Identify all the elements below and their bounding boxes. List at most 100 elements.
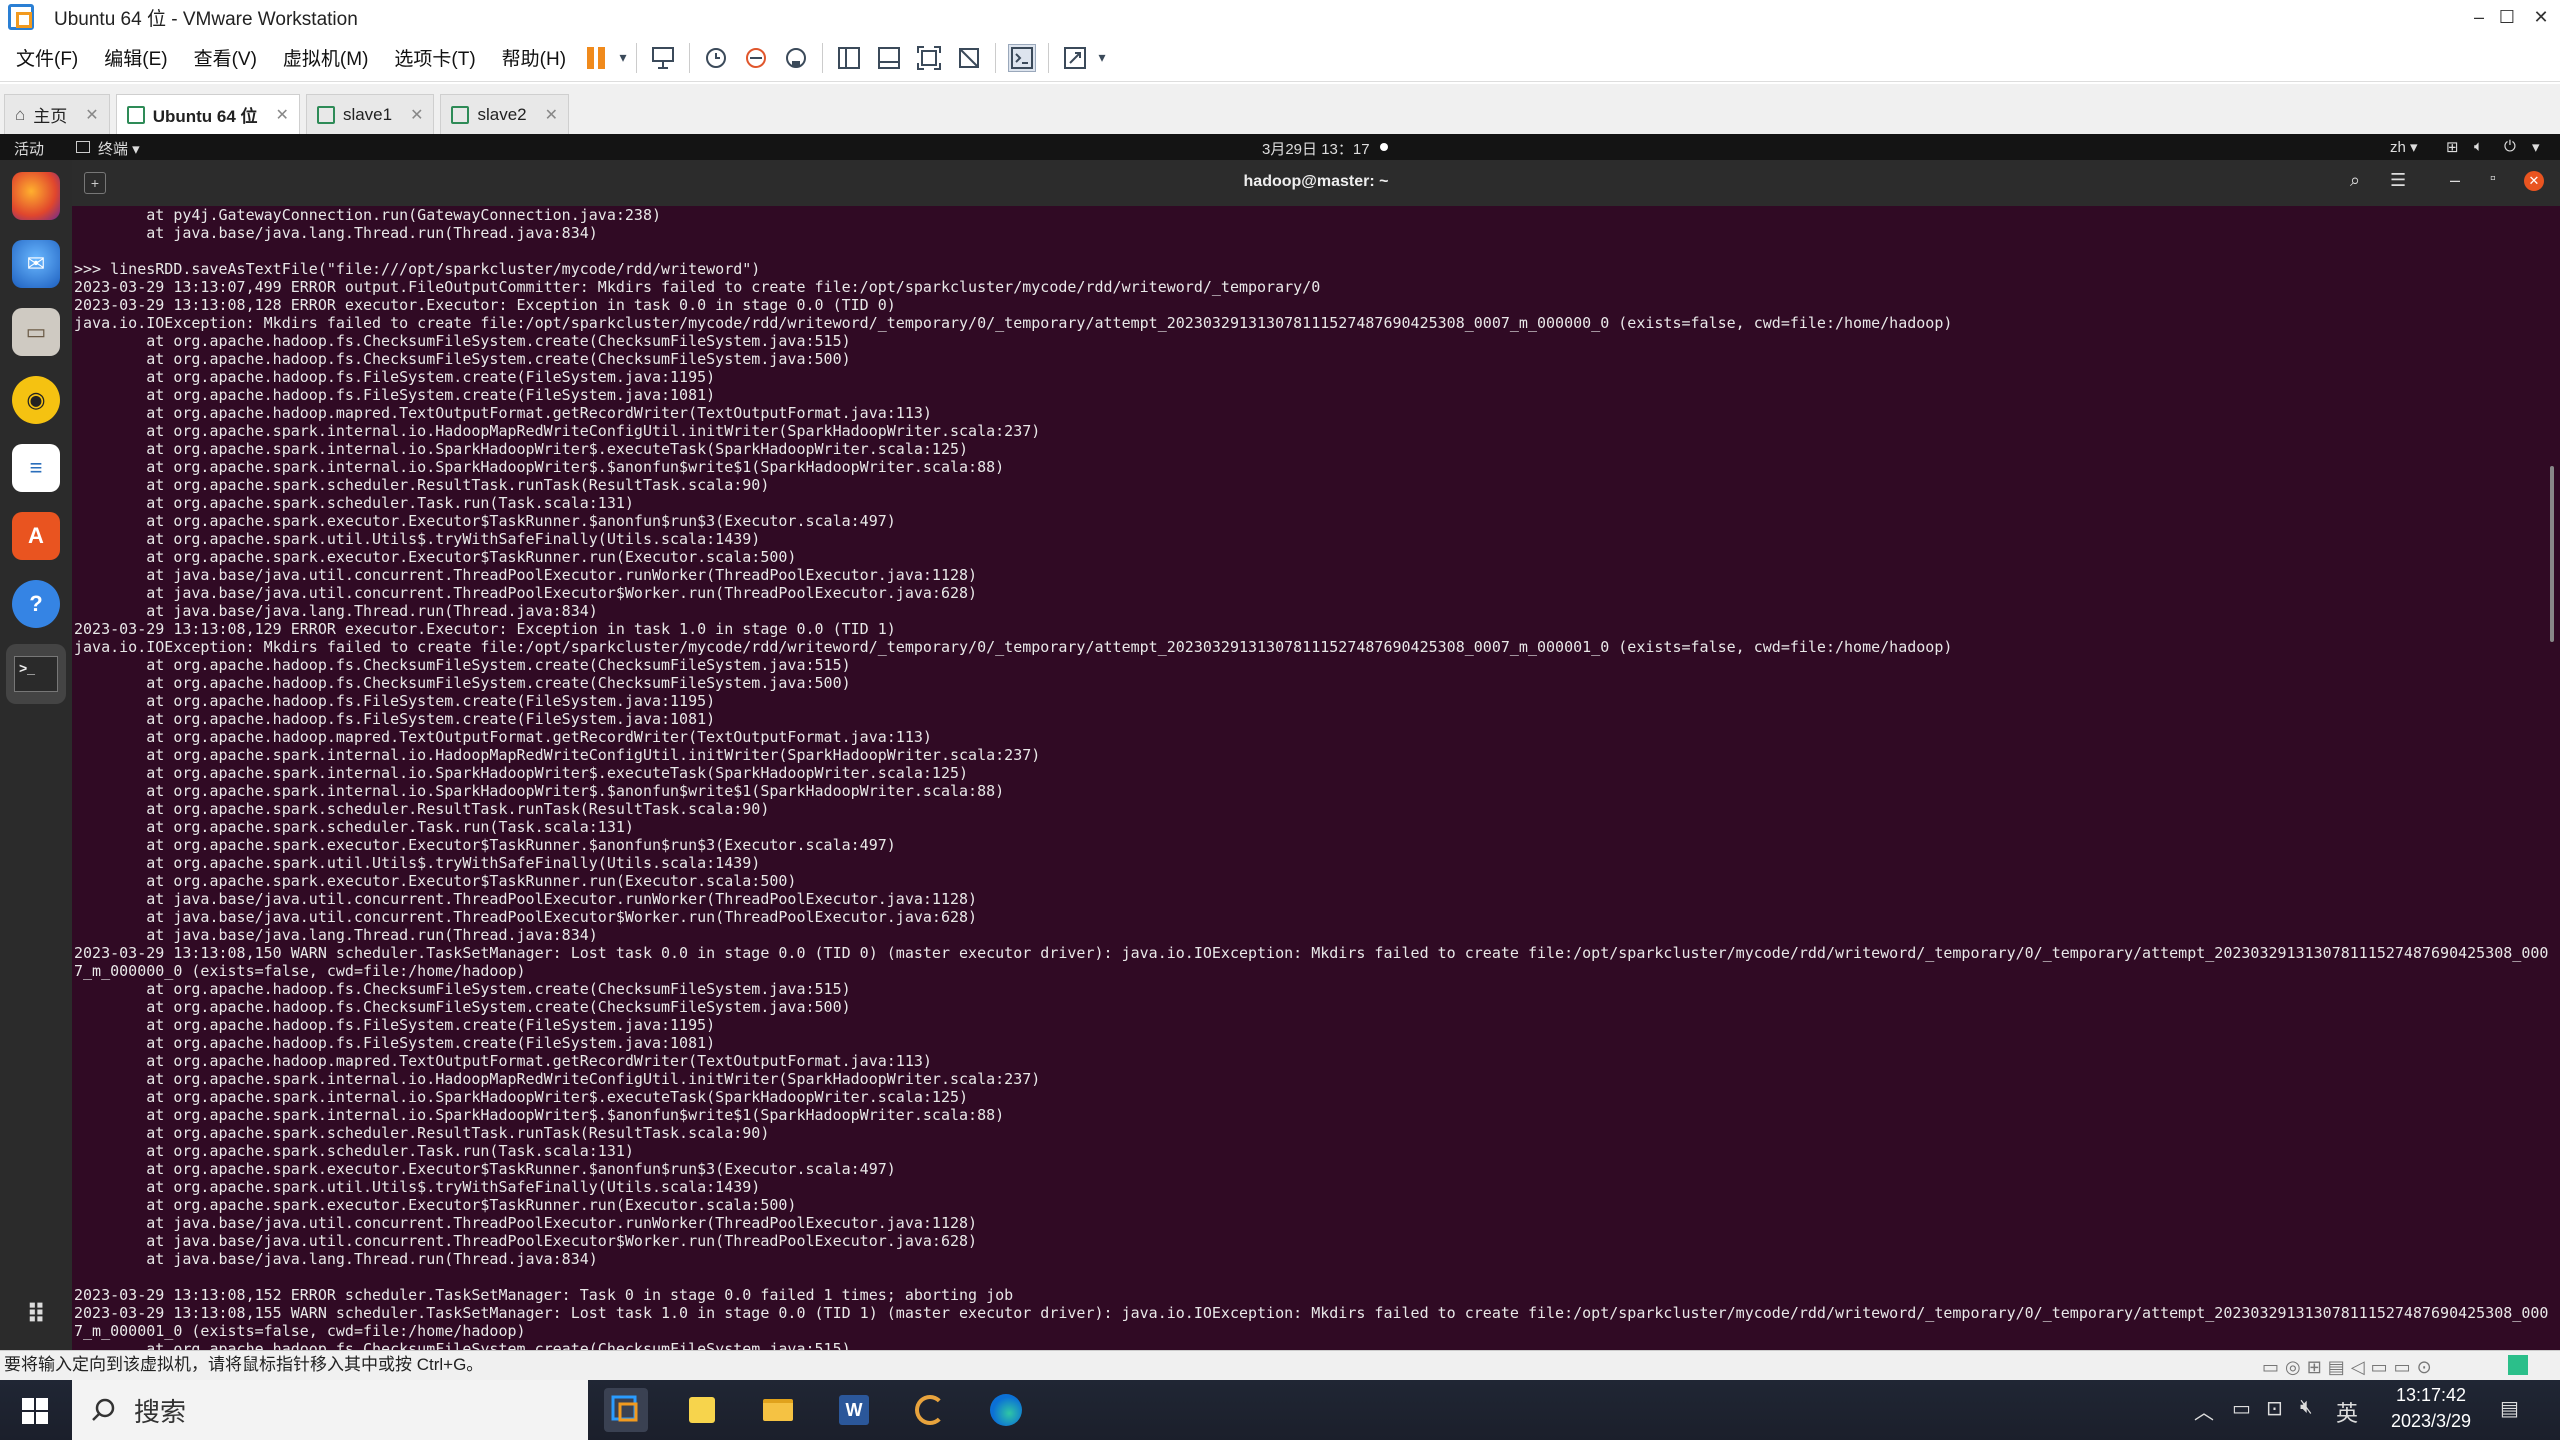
terminal-line: at org.apache.hadoop.fs.FileSystem.creat… [74, 368, 716, 386]
tab-slave2[interactable]: slave2 ✕ [440, 94, 570, 134]
software-center-icon[interactable]: A [12, 512, 60, 560]
terminal-line: at org.apache.spark.util.Utils$.tryWithS… [74, 1178, 761, 1196]
menu-tabs[interactable]: 选项卡(T) [394, 44, 475, 71]
terminal-headerbar: + hadoop@master: ~ ⌕ ☰ – ▫ ✕ [72, 160, 2560, 206]
device-status-icons[interactable]: ▭◎⊞▤◁▭▭⊙ [2262, 1353, 2438, 1381]
terminal-line: at java.base/java.util.concurrent.Thread… [74, 1214, 978, 1232]
search-icon[interactable]: ⌕ [2350, 170, 2360, 191]
terminal-line: at java.base/java.util.concurrent.Thread… [74, 584, 978, 602]
vmware-taskbar-icon[interactable] [604, 1388, 648, 1432]
chevron-up-icon[interactable]: ︿ [2194, 1396, 2214, 1425]
taskbar-date[interactable]: 2023/3/29 [2376, 1411, 2486, 1432]
tab-home[interactable]: ⌂ 主页 ✕ [4, 94, 110, 134]
unity-icon[interactable] [955, 44, 983, 72]
status-hint: 要将输入定向到该虚拟机，请将鼠标指针移入其中或按 Ctrl+G。 [4, 1355, 484, 1374]
hamburger-menu-icon[interactable]: ☰ [2390, 170, 2406, 191]
app-menu[interactable]: 终端 ▾ [98, 138, 140, 159]
terminal-line: at org.apache.spark.executor.Executor$Ta… [74, 1160, 896, 1178]
maximize-button[interactable]: ☐ [2488, 0, 2526, 34]
network-icon[interactable]: ⊡ [2266, 1396, 2283, 1421]
stretch-icon[interactable] [1061, 44, 1089, 72]
word-icon[interactable]: W [832, 1388, 876, 1432]
terminal-line: 2023-03-29 13:13:07,499 ERROR output.Fil… [74, 278, 1321, 296]
menu-help[interactable]: 帮助(H) [502, 44, 566, 71]
terminal-line: at java.base/java.lang.Thread.run(Thread… [74, 602, 598, 620]
tab-close-icon[interactable]: ✕ [276, 105, 289, 125]
terminal-text: at py4j.GatewayConnection.run(GatewayCon… [74, 206, 2549, 1350]
tab-close-icon[interactable]: ✕ [545, 105, 558, 125]
libreoffice-writer-icon[interactable]: ≡ [12, 444, 60, 492]
activities-button[interactable]: 活动 [14, 138, 44, 159]
full-screen-icon[interactable] [915, 44, 943, 72]
notification-dot-icon [1380, 143, 1388, 151]
clock[interactable]: 3月29日 13：17 [1262, 138, 1370, 159]
message-log-icon[interactable] [2508, 1355, 2528, 1375]
thunderbird-icon[interactable]: ✉ [12, 240, 60, 288]
console-view-icon[interactable] [1008, 43, 1037, 72]
input-method-menu[interactable]: zh ▾ [2390, 138, 2418, 156]
minimize-icon[interactable]: – [2450, 170, 2460, 191]
volume-icon[interactable]: 🔈︎ [2474, 138, 2483, 155]
file-explorer-icon[interactable] [756, 1388, 800, 1432]
tab-label: 主页 [33, 107, 68, 126]
terminal-line: at org.apache.spark.executor.Executor$Ta… [74, 548, 797, 566]
terminal-output[interactable]: at py4j.GatewayConnection.run(GatewayCon… [72, 206, 2560, 1350]
terminal-line: at org.apache.hadoop.fs.FileSystem.creat… [74, 1016, 716, 1034]
show-library-icon[interactable] [835, 44, 863, 72]
edge-icon[interactable] [984, 1388, 1028, 1432]
windows-start-icon[interactable] [22, 1398, 48, 1429]
show-applications-icon[interactable]: ⠿ [12, 1290, 60, 1338]
tab-close-icon[interactable]: ✕ [85, 105, 98, 125]
chevron-down-icon[interactable]: ▾ [1095, 44, 1109, 72]
terminal-line: 2023-03-29 13:13:08,152 ERROR scheduler.… [74, 1286, 1014, 1304]
power-icon[interactable]: ⏻ [2504, 138, 2516, 155]
sticky-notes-icon[interactable] [680, 1388, 724, 1432]
home-icon: ⌂ [15, 104, 26, 124]
snapshot-manager-icon[interactable] [782, 44, 810, 72]
chevron-down-icon[interactable]: ▾ [2532, 138, 2540, 156]
snapshot-icon[interactable] [702, 44, 730, 72]
window-title: Ubuntu 64 位 - VMware Workstation [54, 8, 358, 30]
thumbnail-bar-icon[interactable] [875, 44, 903, 72]
pause-icon[interactable] [582, 44, 610, 72]
terminal-icon: >_ [14, 656, 58, 692]
tab-ubuntu[interactable]: Ubuntu 64 位 ✕ [115, 94, 300, 134]
close-button[interactable]: ✕ [2522, 0, 2560, 34]
network-icon[interactable]: ⊞ [2446, 138, 2459, 156]
terminal-line: at java.base/java.util.concurrent.Thread… [74, 908, 978, 926]
tab-slave1[interactable]: slave1 ✕ [305, 94, 435, 134]
menu-vm[interactable]: 虚拟机(M) [283, 44, 368, 71]
menu-view[interactable]: 查看(V) [194, 44, 257, 71]
terminal-scrollbar[interactable] [2550, 466, 2554, 642]
close-icon[interactable]: ✕ [2524, 171, 2544, 191]
send-ctrl-alt-del-icon[interactable] [649, 44, 677, 72]
maximize-icon[interactable]: ▫ [2490, 170, 2496, 188]
vm-tab-strip: ⌂ 主页 ✕ Ubuntu 64 位 ✕ slave1 ✕ slave2 ✕ [0, 84, 2560, 134]
vmware-logo-icon [8, 4, 34, 30]
terminal-title: hadoop@master: ~ [1243, 173, 1389, 190]
taskbar-search-box[interactable]: 搜索 [72, 1380, 588, 1440]
tab-close-icon[interactable]: ✕ [410, 105, 423, 125]
rhythmbox-icon[interactable]: ◉ [12, 376, 60, 424]
firefox-icon[interactable] [12, 172, 60, 220]
ime-indicator[interactable]: 英 [2336, 1396, 2358, 1428]
toolbar-separator [636, 42, 638, 73]
volume-muted-icon[interactable]: 🔇︎ [2300, 1396, 2313, 1419]
terminal-line: 2023-03-29 13:13:08,155 WARN scheduler.T… [74, 1304, 2549, 1322]
eclipse-icon[interactable] [908, 1388, 952, 1432]
vm-running-icon [126, 105, 145, 124]
terminal-line: 2023-03-29 13:13:08,129 ERROR executor.E… [74, 620, 896, 638]
vm-running-icon [316, 105, 335, 124]
revert-snapshot-icon[interactable] [742, 44, 770, 72]
battery-icon[interactable]: ▭ [2232, 1396, 2251, 1421]
help-icon[interactable]: ? [12, 580, 60, 628]
menu-file[interactable]: 文件(F) [16, 44, 78, 71]
chevron-down-icon[interactable]: ▾ [616, 44, 630, 72]
toolbar-separator [995, 42, 997, 73]
files-icon[interactable]: ▭ [12, 308, 60, 356]
notification-icon[interactable]: ▤ [2500, 1396, 2519, 1421]
terminal-icon-active[interactable]: >_ [6, 644, 66, 704]
menu-edit[interactable]: 编辑(E) [104, 44, 167, 71]
taskbar-time[interactable]: 13:17:42 [2386, 1385, 2476, 1406]
